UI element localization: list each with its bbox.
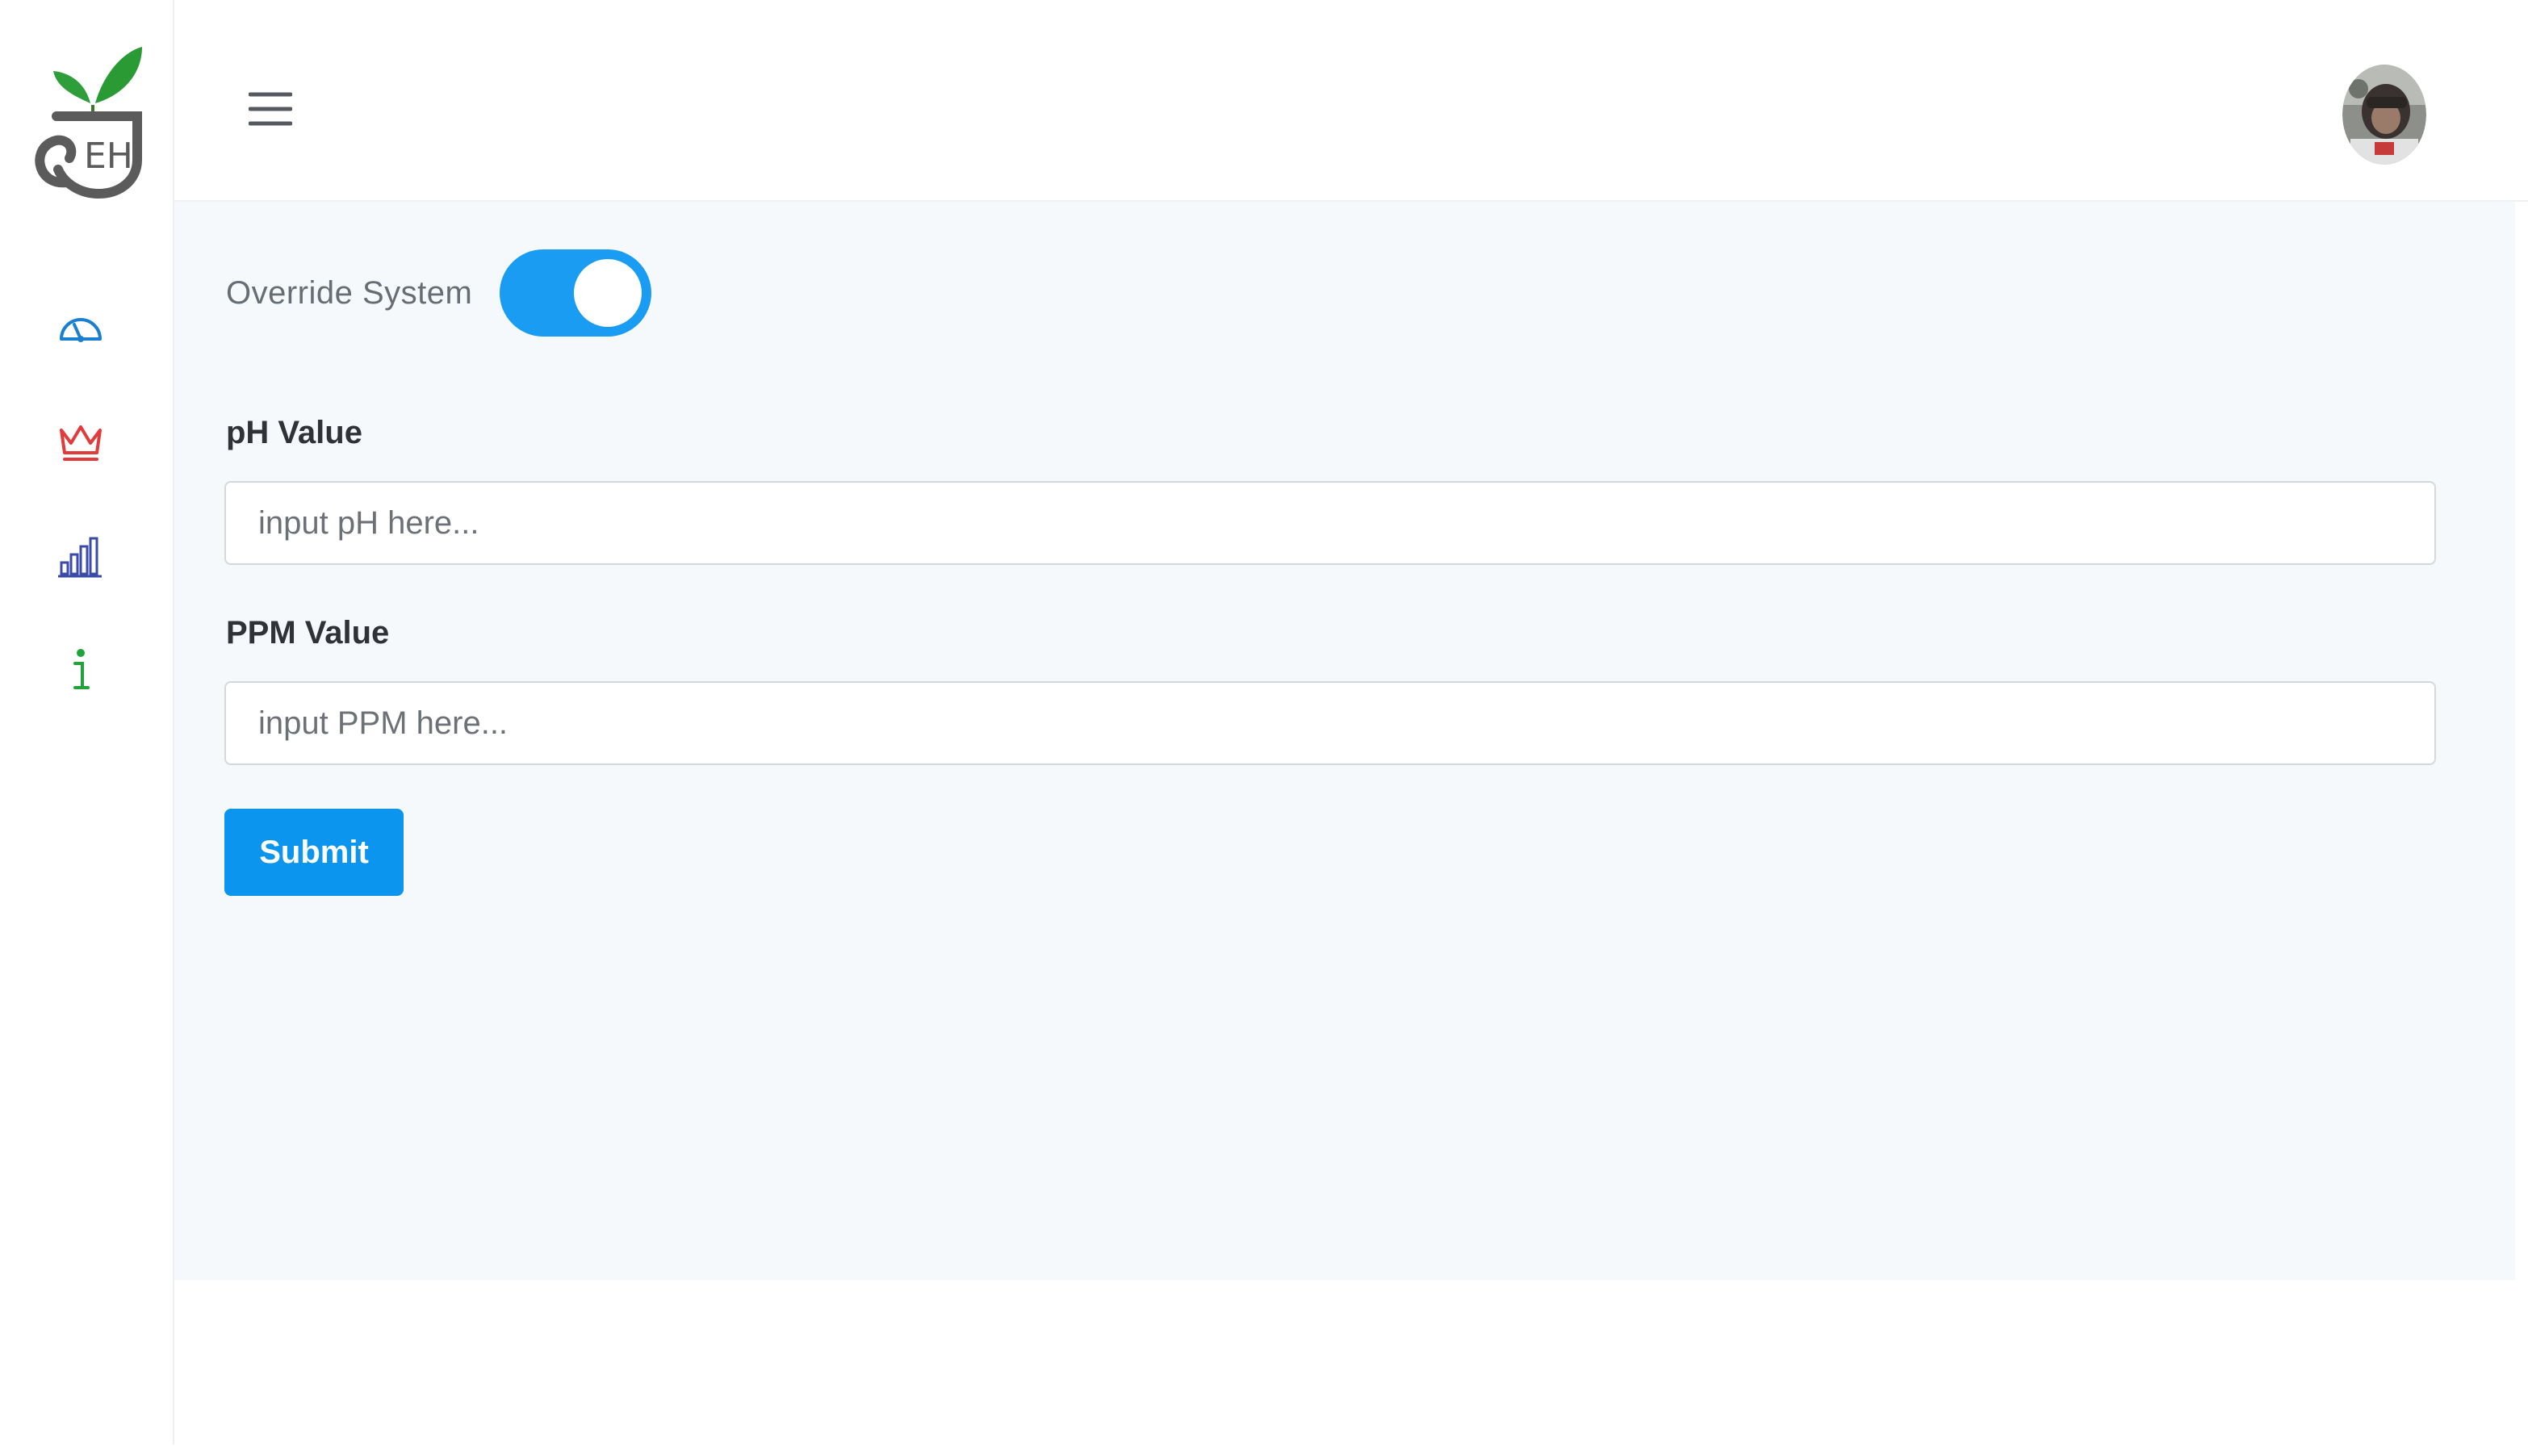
sidebar-item-crown[interactable] [48,412,113,476]
sidebar: EH [0,0,174,1445]
sidebar-item-dashboard[interactable] [48,297,113,362]
sidebar-item-info[interactable] [48,639,113,704]
ppm-label: PPM Value [226,615,390,651]
override-toggle[interactable] [500,249,652,337]
dashboard-gauge-icon [57,312,105,348]
override-label: Override System [226,274,473,311]
top-header [174,0,2528,202]
user-avatar[interactable] [2342,65,2426,165]
crown-icon [57,422,105,467]
ph-label: pH Value [226,415,362,450]
hamburger-menu-icon[interactable] [248,89,293,129]
app-root: EH Override System pH Value input pH her… [0,0,2528,1456]
info-icon [69,647,93,697]
sidebar-item-analytics[interactable] [48,526,113,591]
ppm-input[interactable] [224,681,2436,765]
override-row: Override System [226,249,652,337]
bar-chart-icon [57,535,105,583]
app-logo[interactable]: EH [24,39,153,200]
logo-text: EH [84,136,133,177]
main-content: Override System pH Value PPM Value Submi… [174,202,2515,1280]
toggle-knob [574,259,642,327]
submit-button[interactable]: Submit [224,809,404,896]
ph-input[interactable] [224,481,2436,565]
